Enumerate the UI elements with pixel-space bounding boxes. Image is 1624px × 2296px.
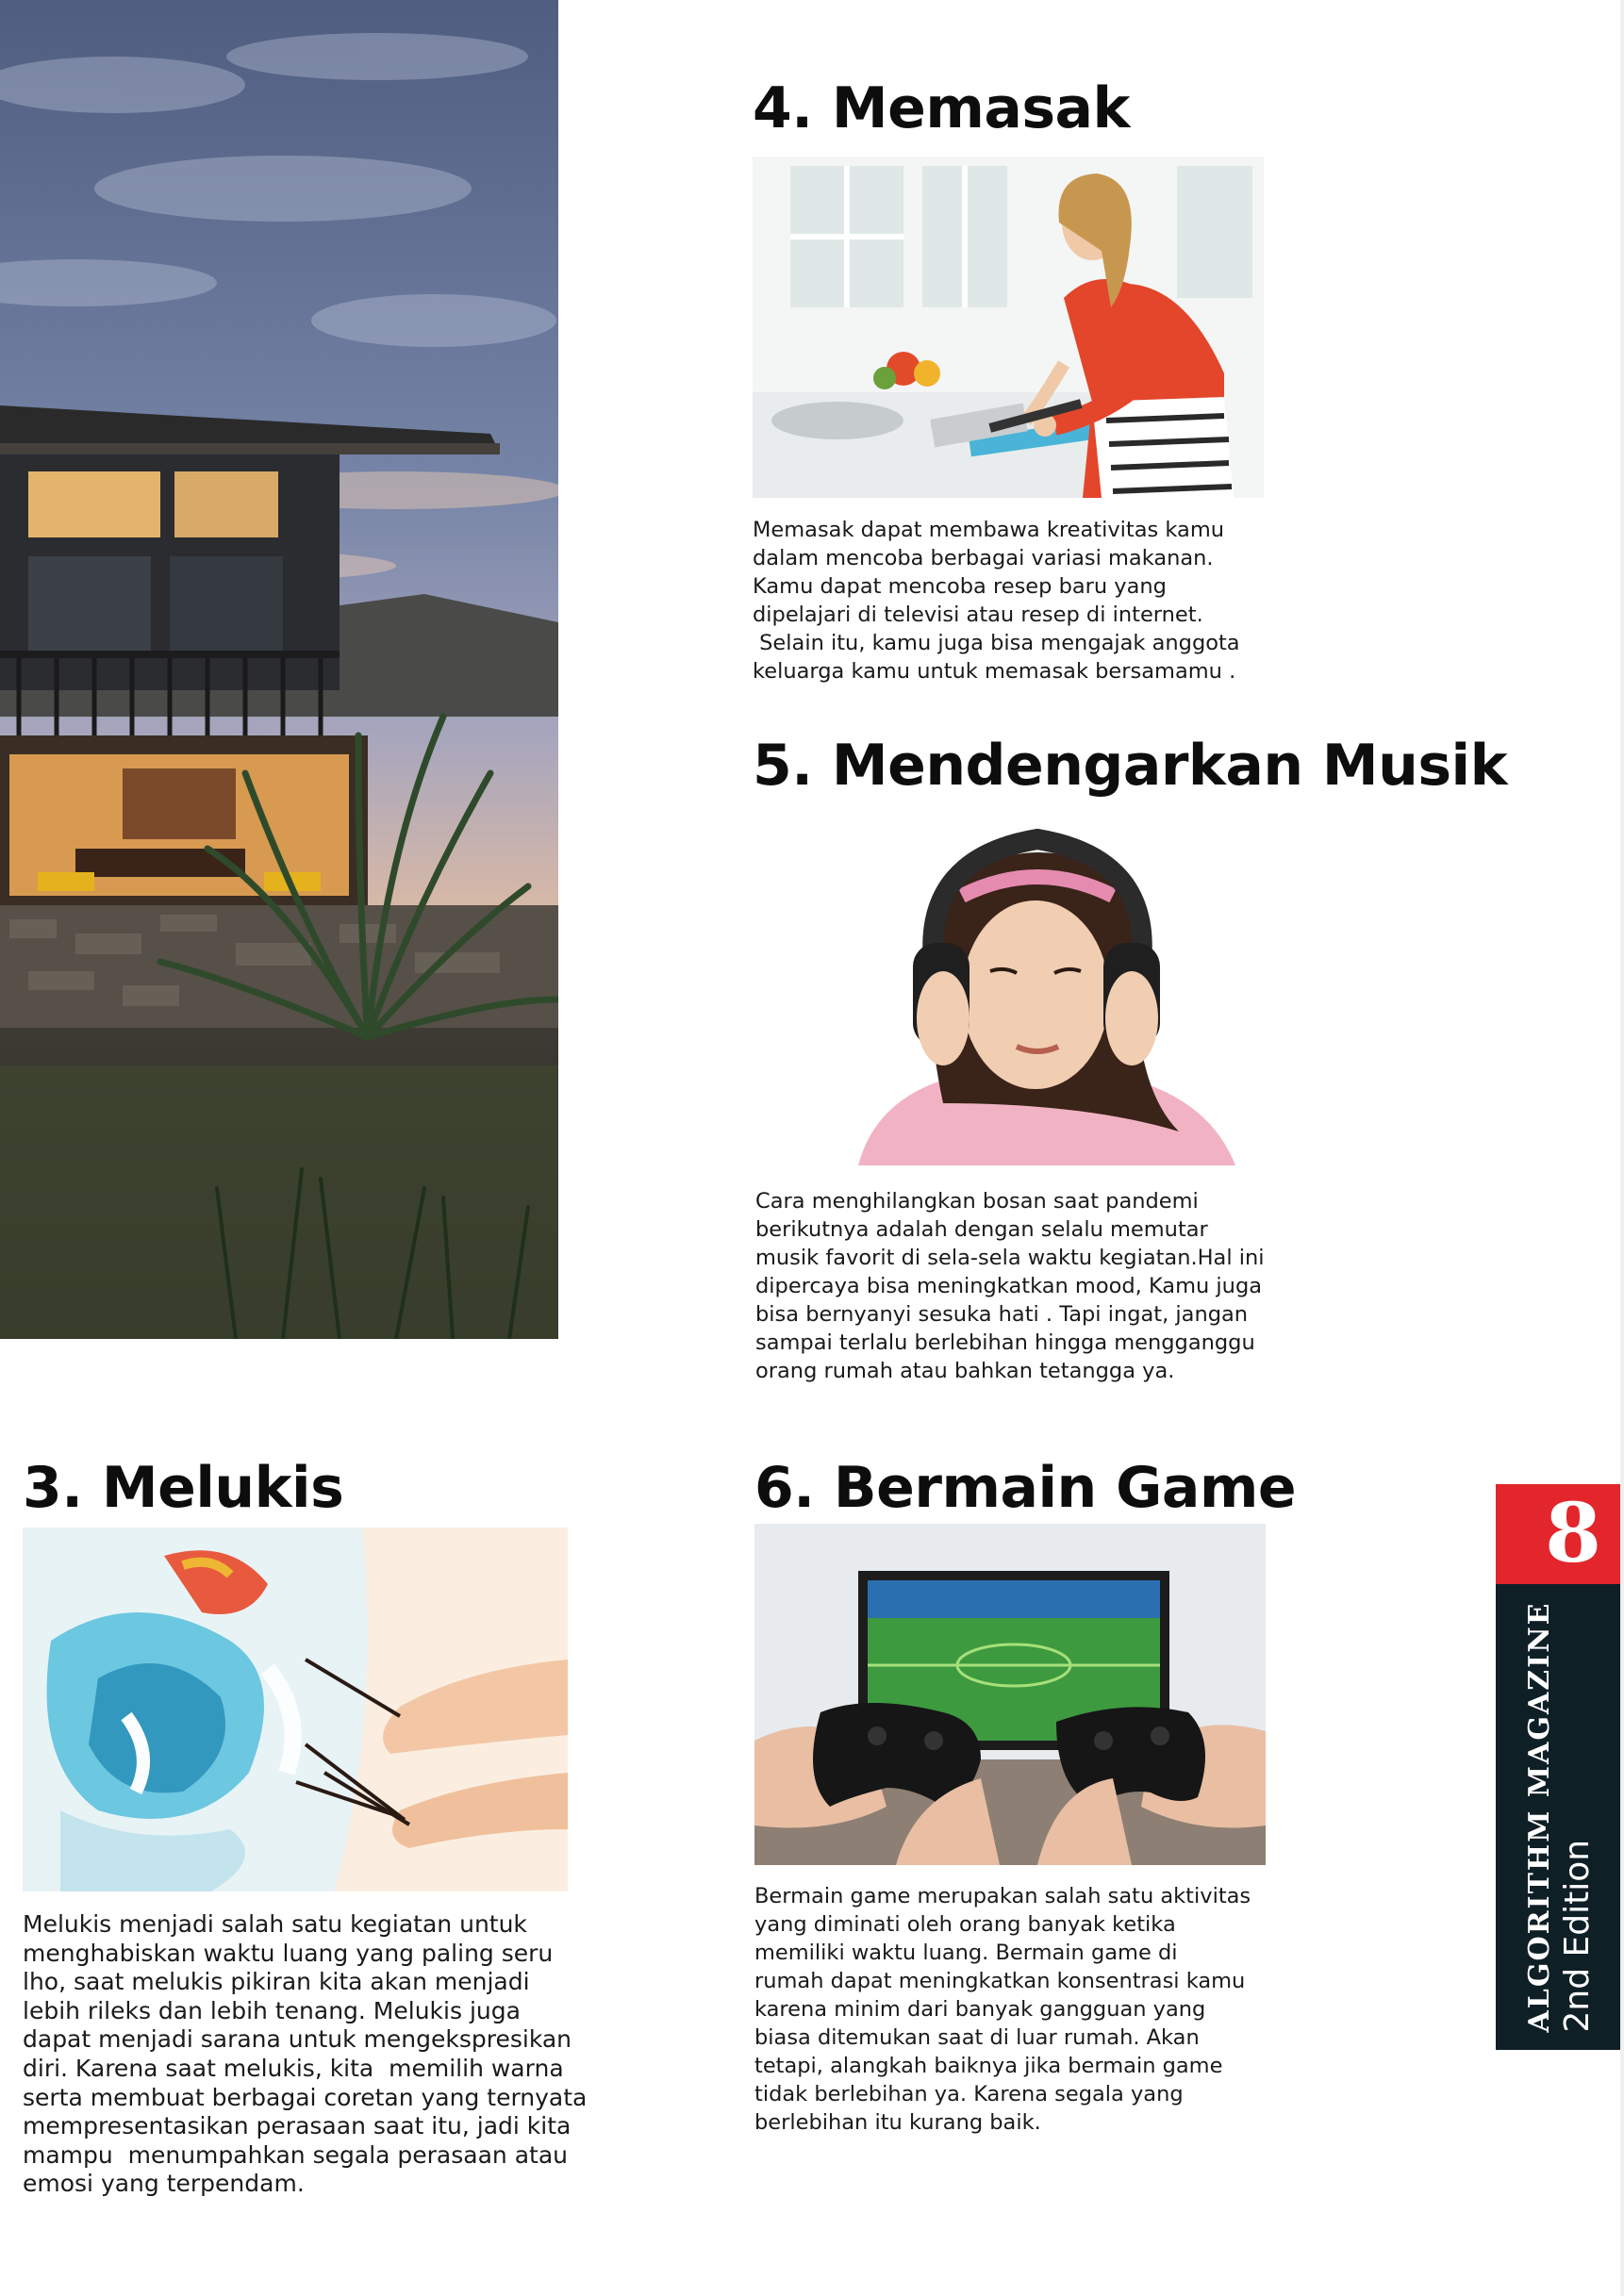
- text-line: yang diminati oleh orang banyak ketika: [754, 1912, 1176, 1937]
- text-line: dipercaya bisa meningkatkan mood, Kamu j…: [755, 1274, 1263, 1298]
- woman-cooking-photo-icon: [753, 157, 1264, 498]
- text-line: diri. Karena saat melukis, kita memilih …: [23, 2054, 564, 2082]
- text-line: sampai terlalu berlebihan hingga menggan…: [755, 1330, 1255, 1355]
- text-line: berikutnya adalah dengan selalu memutar: [755, 1217, 1208, 1242]
- text-line: mampu menumpahkan segala perasaan atau: [23, 2140, 568, 2169]
- game-controllers-photo-icon: [754, 1524, 1266, 1865]
- melukis-text: Melukis menjadi salah satu kegiatan untu…: [23, 1910, 587, 2199]
- text-line: musik favorit di sela-sela waktu kegiata…: [755, 1246, 1265, 1270]
- text-line: rumah dapat meningkatkan konsentrasi kam…: [754, 1969, 1246, 1993]
- edition-label: 2nd Edition: [1558, 1839, 1597, 2033]
- text-line: lebih rileks dan lebih tenang. Melukis j…: [23, 1996, 521, 2024]
- page-edge-line: [1620, 0, 1624, 2296]
- text-line: tidak berlebihan ya. Karena segala yang: [754, 2082, 1184, 2106]
- text-line: bisa bernyanyi sesuka hati . Tapi ingat,…: [755, 1302, 1249, 1327]
- text-line: emosi yang terpendam.: [23, 2170, 305, 2198]
- text-line: Kamu dapat mencoba resep baru yang: [753, 574, 1167, 599]
- game-text: Bermain game merupakan salah satu aktivi…: [754, 1882, 1251, 2137]
- page-number: 8: [1545, 1486, 1601, 1581]
- section-title-melukis: 3. Melukis: [23, 1455, 344, 1521]
- memasak-photo: [753, 157, 1264, 498]
- modern-house-dusk-photo-icon: [0, 0, 558, 1339]
- magazine-name: ALGORITHM MAGAZINE: [1523, 1601, 1556, 2033]
- musik-photo: [802, 820, 1256, 1165]
- text-line: dalam mencoba berbagai variasi makanan.: [753, 546, 1214, 570]
- text-line: orang rumah atau bahkan tetangga ya.: [755, 1359, 1175, 1383]
- magazine-label: ALGORITHM MAGAZINE 2nd Edition: [1523, 1601, 1597, 2032]
- musik-text: Cara menghilangkan bosan saat pandemi be…: [755, 1187, 1265, 1385]
- text-line: karena minim dari banyak gangguan yang: [754, 1997, 1206, 2022]
- text-line: Memasak dapat membawa kreativitas kamu: [753, 518, 1224, 542]
- melukis-photo: [23, 1528, 568, 1891]
- text-line: tetapi, alangkah baiknya jika bermain ga…: [754, 2054, 1223, 2078]
- text-line: biasa ditemukan saat di luar rumah. Akan: [754, 2025, 1200, 2050]
- text-line: memiliki waktu luang. Bermain game di: [754, 1941, 1178, 1965]
- memasak-text: Memasak dapat membawa kreativitas kamu d…: [753, 516, 1240, 685]
- text-line: berlebihan itu kurang baik.: [754, 2110, 1041, 2135]
- text-line: mempresentasikan perasaan saat itu, jadi…: [23, 2112, 572, 2140]
- page-number-tab: 8: [1496, 1484, 1624, 1584]
- painting-canvas-photo-icon: [23, 1528, 568, 1891]
- text-line: dapat menjadi sarana untuk mengekspresik…: [23, 2025, 572, 2054]
- magazine-tab: ALGORITHM MAGAZINE 2nd Edition: [1496, 1584, 1624, 2050]
- text-line: Bermain game merupakan salah satu aktivi…: [754, 1884, 1251, 1908]
- hero-house-photo: [0, 0, 558, 1339]
- text-line: menghabiskan waktu luang yang paling ser…: [23, 1939, 554, 1967]
- text-line: Melukis menjadi salah satu kegiatan untu…: [23, 1910, 527, 1938]
- text-line: dipelajari di televisi atau resep di int…: [753, 603, 1203, 627]
- text-line: Selain itu, kamu juga bisa mengajak angg…: [753, 631, 1240, 655]
- section-title-musik: 5. Mendengarkan Musik: [753, 733, 1508, 799]
- text-line: Cara menghilangkan bosan saat pandemi: [755, 1189, 1199, 1214]
- text-line: keluarga kamu untuk memasak bersamamu .: [753, 659, 1236, 684]
- girl-headphones-photo-icon: [802, 820, 1256, 1165]
- section-title-memasak: 4. Memasak: [753, 75, 1130, 141]
- text-line: serta membuat berbagai coretan yang tern…: [23, 2083, 588, 2111]
- text-line: lho, saat melukis pikiran kita akan menj…: [23, 1968, 530, 1996]
- section-title-game: 6. Bermain Game: [754, 1455, 1297, 1521]
- game-photo: [754, 1524, 1266, 1865]
